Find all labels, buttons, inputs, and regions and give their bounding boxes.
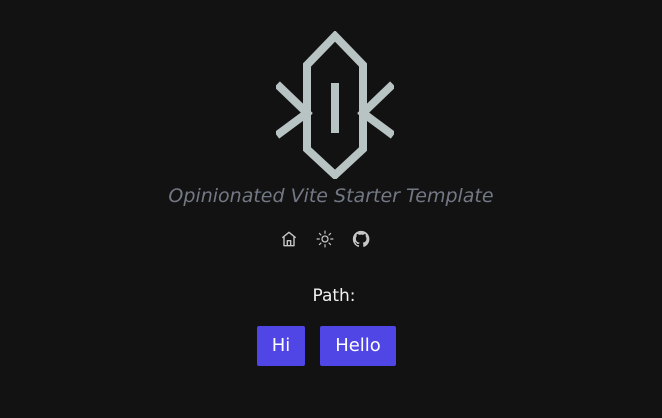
- theme-toggle-button[interactable]: [313, 227, 337, 251]
- header-nav: [277, 226, 387, 252]
- app-page: Opinionated Vite Starter Template Path: …: [0, 0, 662, 418]
- github-link[interactable]: [349, 227, 373, 251]
- hi-button[interactable]: Hi: [257, 326, 305, 366]
- tagline: Opinionated Vite Starter Template: [168, 185, 494, 207]
- github-icon: [352, 230, 370, 247]
- hello-button[interactable]: Hello: [320, 326, 396, 366]
- home-icon: [281, 231, 297, 247]
- vitesse-logo-icon: [276, 31, 394, 179]
- home-link[interactable]: [277, 227, 301, 251]
- path-label: Path:: [312, 286, 356, 306]
- sun-icon: [316, 230, 334, 248]
